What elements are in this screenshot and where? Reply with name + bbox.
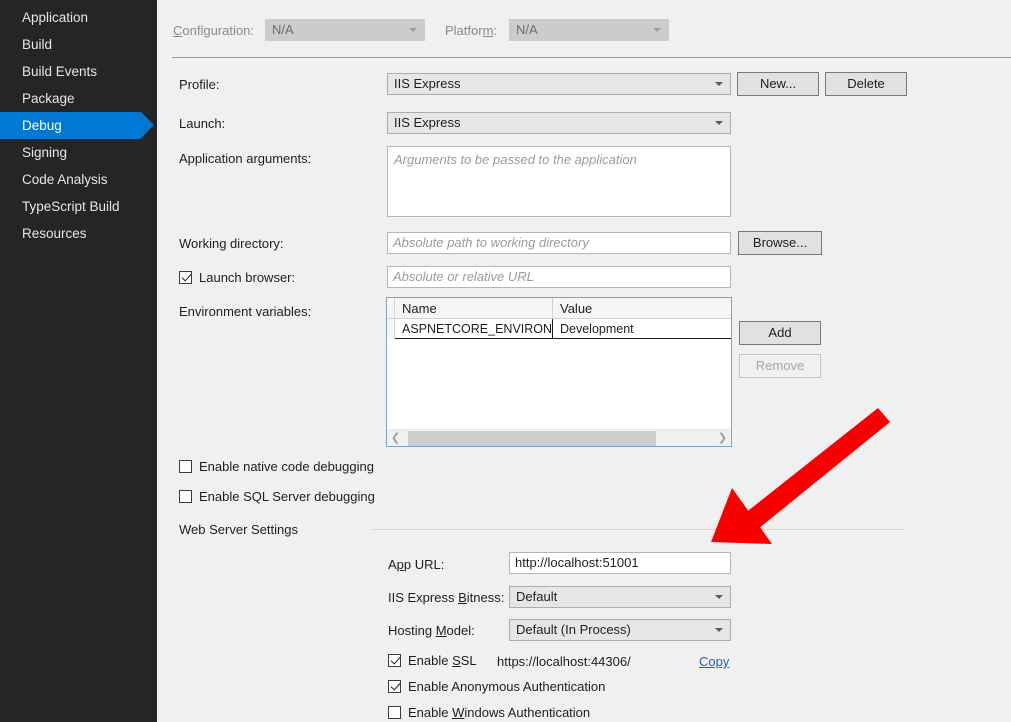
sidebar-item-application[interactable]: Application	[0, 4, 157, 31]
chevron-down-icon	[715, 121, 723, 125]
sidebar-item-label: TypeScript Build	[22, 199, 120, 214]
environment-variables-label: Environment variables:	[179, 304, 312, 319]
scrollbar-thumb[interactable]	[408, 431, 656, 446]
app-url-value: http://localhost:51001	[515, 555, 639, 570]
sidebar-nav: Application Build Build Events Package D…	[0, 0, 157, 722]
app-url-label: App URL:	[388, 557, 445, 572]
chevron-down-icon	[715, 82, 723, 86]
checkbox-icon	[179, 490, 192, 503]
sidebar-item-label: Code Analysis	[22, 172, 108, 187]
remove-environment-variable-button[interactable]: Remove	[739, 354, 821, 378]
add-environment-variable-button[interactable]: Add	[739, 321, 821, 345]
enable-windows-authentication-checkbox[interactable]: Enable Windows Authentication	[388, 705, 590, 721]
sidebar-item-build[interactable]: Build	[0, 31, 157, 58]
sidebar-item-resources[interactable]: Resources	[0, 220, 157, 247]
ssl-url-value: https://localhost:44306/	[497, 654, 631, 669]
application-arguments-placeholder: Arguments to be passed to the applicatio…	[394, 152, 637, 167]
launch-label: Launch:	[179, 116, 226, 131]
row-selector[interactable]	[387, 319, 395, 339]
checkbox-icon	[388, 654, 401, 667]
sidebar-item-signing[interactable]: Signing	[0, 139, 157, 166]
sidebar-item-label: Debug	[22, 118, 62, 133]
chevron-right-icon[interactable]: ❯	[714, 430, 731, 446]
chevron-left-icon[interactable]: ❮	[387, 430, 404, 446]
launch-dropdown[interactable]: IIS Express	[387, 112, 731, 134]
enable-sql-server-debugging-checkbox[interactable]: Enable SQL Server debugging	[179, 489, 375, 505]
sidebar-item-label: Resources	[22, 226, 87, 241]
working-directory-input[interactable]: Absolute path to working directory	[387, 232, 731, 254]
sidebar-item-typescript-build[interactable]: TypeScript Build	[0, 193, 157, 220]
web-server-settings-separator	[372, 529, 905, 530]
launch-browser-checkbox[interactable]: Launch browser:	[179, 270, 295, 286]
enable-native-code-debugging-label: Enable native code debugging	[199, 459, 374, 474]
enable-ssl-label: Enable SSL	[408, 653, 477, 668]
top-separator	[172, 57, 1011, 58]
sidebar-item-build-events[interactable]: Build Events	[0, 58, 157, 85]
browse-button[interactable]: Browse...	[738, 231, 822, 255]
enable-anonymous-authentication-label: Enable Anonymous Authentication	[408, 679, 606, 694]
project-properties-window: Application Build Build Events Package D…	[0, 0, 1011, 722]
platform-dropdown[interactable]: N/A	[509, 19, 669, 41]
sidebar-item-label: Application	[22, 10, 89, 25]
chevron-down-icon	[715, 628, 723, 632]
column-header-value[interactable]: Value	[553, 298, 731, 319]
sidebar-item-label: Build Events	[22, 64, 98, 79]
configuration-dropdown[interactable]: N/A	[265, 19, 425, 41]
application-arguments-input[interactable]: Arguments to be passed to the applicatio…	[387, 146, 731, 217]
hosting-model-dropdown[interactable]: Default (In Process)	[509, 619, 731, 641]
application-arguments-label: Application arguments:	[179, 151, 312, 166]
environment-variables-grid[interactable]: Name Value ASPNETCORE_ENVIRONMENT Develo…	[386, 297, 732, 447]
chevron-down-icon	[409, 28, 417, 32]
sidebar-item-package[interactable]: Package	[0, 85, 157, 112]
enable-sql-server-debugging-label: Enable SQL Server debugging	[199, 489, 375, 504]
hosting-model-label: Hosting Model:	[388, 623, 475, 638]
sidebar-item-label: Signing	[22, 145, 68, 160]
enable-windows-authentication-label: Enable Windows Authentication	[408, 705, 591, 720]
cell-value[interactable]: Development	[553, 319, 731, 339]
delete-profile-button[interactable]: Delete	[825, 72, 907, 96]
table-row[interactable]: ASPNETCORE_ENVIRONMENT Development	[387, 319, 731, 339]
chevron-down-icon	[715, 595, 723, 599]
checkbox-icon	[388, 680, 401, 693]
working-directory-label: Working directory:	[179, 236, 284, 251]
grid-header-row: Name Value	[387, 298, 731, 319]
sidebar-item-debug[interactable]: Debug	[0, 112, 154, 139]
iis-express-bitness-label: IIS Express Bitness:	[388, 590, 505, 605]
selection-pointer-icon	[141, 112, 154, 138]
enable-anonymous-authentication-checkbox[interactable]: Enable Anonymous Authentication	[388, 679, 605, 695]
sidebar-item-label: Build	[22, 37, 53, 52]
grid-horizontal-scrollbar[interactable]: ❮ ❯	[387, 429, 731, 446]
debug-settings-pane: Configuration: N/A Platform: N/A Profile…	[157, 0, 1011, 722]
profile-dropdown[interactable]: IIS Express	[387, 73, 731, 95]
web-server-settings-title: Web Server Settings	[179, 522, 298, 537]
checkbox-icon	[179, 460, 192, 473]
sidebar-item-code-analysis[interactable]: Code Analysis	[0, 166, 157, 193]
platform-label: Platform:	[445, 23, 498, 38]
enable-native-code-debugging-checkbox[interactable]: Enable native code debugging	[179, 459, 374, 475]
checkbox-icon	[388, 706, 401, 719]
configuration-label: Configuration:	[173, 23, 254, 38]
sidebar-item-label: Package	[22, 91, 75, 106]
app-url-input[interactable]: http://localhost:51001	[509, 552, 731, 574]
enable-ssl-checkbox[interactable]: Enable SSL	[388, 653, 477, 669]
working-directory-placeholder: Absolute path to working directory	[393, 235, 589, 250]
launch-browser-url-input[interactable]: Absolute or relative URL	[387, 266, 731, 288]
chevron-down-icon	[653, 28, 661, 32]
profile-label: Profile:	[179, 77, 220, 92]
column-header-name[interactable]: Name	[395, 298, 552, 319]
copy-ssl-url-link[interactable]: Copy	[699, 654, 729, 669]
checkbox-icon	[179, 271, 192, 284]
launch-browser-placeholder: Absolute or relative URL	[393, 269, 534, 284]
cell-name[interactable]: ASPNETCORE_ENVIRONMENT	[395, 319, 552, 339]
launch-browser-label: Launch browser:	[199, 270, 296, 285]
new-profile-button[interactable]: New...	[737, 72, 819, 96]
iis-express-bitness-dropdown[interactable]: Default	[509, 586, 731, 608]
